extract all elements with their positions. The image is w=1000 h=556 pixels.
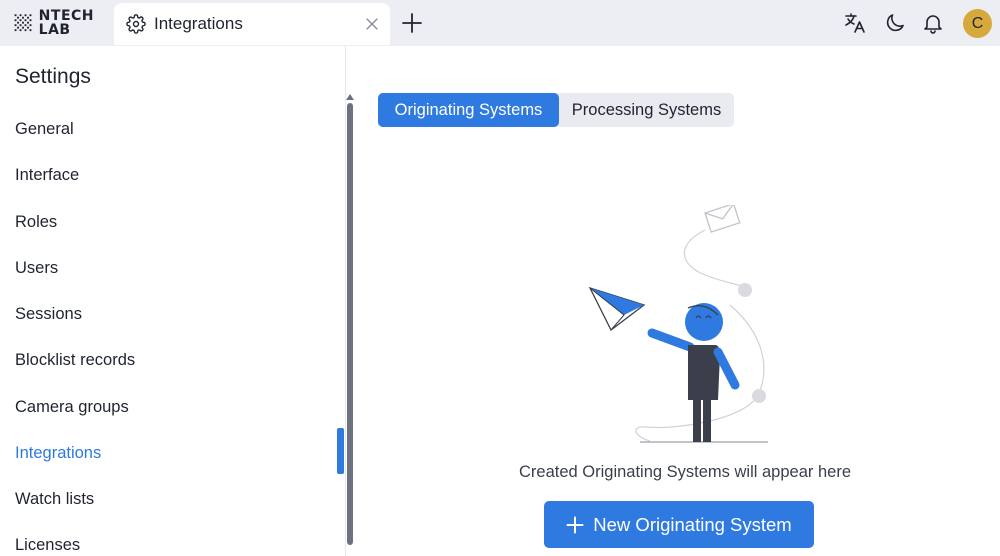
sidebar-item-interface[interactable]: Interface [15,166,79,185]
bell-icon[interactable] [921,11,945,35]
logo-mark-icon [14,14,32,32]
sidebar-item-integrations[interactable]: Integrations [15,444,101,463]
top-bar: NTECH LAB Integrations C [0,0,1000,46]
plus-icon [566,516,584,533]
gear-icon [126,14,146,34]
active-item-indicator [337,428,344,474]
sidebar-item-blocklist-records[interactable]: Blocklist records [15,351,135,370]
logo-text: NTECH LAB [39,9,94,37]
sidebar-item-users[interactable]: Users [15,259,58,278]
settings-sidebar: Settings General Interface Roles Users S… [0,46,354,556]
tab-processing-systems[interactable]: Processing Systems [559,93,734,127]
sidebar-scrollbar-thumb[interactable] [347,103,353,545]
sidebar-item-roles[interactable]: Roles [15,213,57,232]
new-originating-system-button[interactable]: New Originating System [544,501,814,548]
system-type-segmented-control: Originating Systems Processing Systems [378,93,734,127]
translate-icon[interactable] [843,11,867,35]
user-avatar[interactable]: C [963,9,992,38]
sidebar-title: Settings [15,65,91,88]
moon-icon[interactable] [883,11,907,35]
empty-state-message: Created Originating Systems will appear … [519,463,851,481]
paper-plane-person-illustration [588,205,768,443]
add-tab-plus-icon[interactable] [401,12,423,34]
tab-label: Integrations [154,14,243,33]
ntechlab-logo[interactable]: NTECH LAB [14,7,94,39]
new-originating-system-label: New Originating System [593,513,792,535]
logo-text-line2: LAB [38,22,71,38]
scroll-up-arrow-icon[interactable] [346,94,354,100]
sidebar-item-general[interactable]: General [15,120,74,139]
sidebar-item-sessions[interactable]: Sessions [15,305,82,324]
sidebar-item-camera-groups[interactable]: Camera groups [15,398,129,417]
sidebar-item-watch-lists[interactable]: Watch lists [15,490,94,509]
close-icon[interactable] [365,17,379,31]
sidebar-item-licenses[interactable]: Licenses [15,536,80,555]
logo-text-line1: NTECH [38,8,94,24]
tab-originating-systems[interactable]: Originating Systems [378,93,559,127]
tab-integrations[interactable]: Integrations [114,3,390,45]
